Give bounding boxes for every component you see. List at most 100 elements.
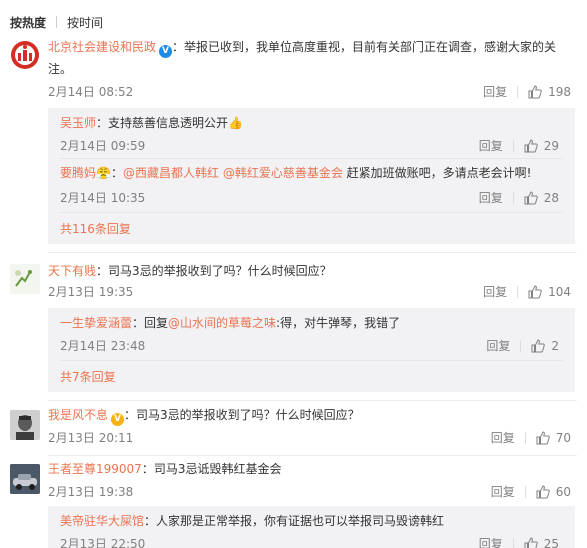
reply-button[interactable]: 回复	[479, 535, 503, 548]
mention-link[interactable]: @韩红爱心慈善基金会	[223, 166, 343, 180]
comment-meta: 2月13日 20:11 回复 70	[48, 429, 571, 447]
like-button[interactable]: 25	[524, 537, 559, 548]
like-button[interactable]: 198	[528, 85, 571, 99]
reply-divider	[60, 212, 563, 213]
thumbs-up-icon	[528, 284, 542, 298]
reply-body: ：人家那是正常举报，你有证据也可以举报司马毁谤韩红	[144, 514, 445, 528]
reply-prefix: ：回复	[132, 316, 169, 330]
like-count: 29	[543, 138, 559, 153]
divider	[512, 191, 514, 204]
comment-text: 我是风不息 V ：司马3忌的举报收到了吗？什么时候回应？	[48, 404, 577, 426]
thumbs-up-icon	[524, 536, 538, 548]
verified-v-icon: V	[159, 45, 173, 58]
reply-divider	[60, 360, 563, 361]
reply-text: 吴玉师：支持慈善信息透明公开👍	[60, 114, 563, 132]
like-button[interactable]: 70	[536, 431, 571, 445]
mention-link[interactable]: @西藏昌都人韩红	[123, 166, 219, 180]
reply-text: 一生挚爱涵蕾：回复@山水间的草莓之味:得，对牛弹琴，我错了	[60, 314, 563, 332]
reply-meta: 2月13日 22:50 回复 25	[60, 535, 559, 548]
reply-list: 美帝驻华大屎馆：人家那是正常举报，你有证据也可以举报司马毁谤韩红 2月13日 2…	[48, 506, 575, 548]
divider	[517, 85, 519, 98]
emoji: 😤	[96, 166, 111, 180]
comment-item: 王者至尊199007：司马3忌诋毁韩红基金会 2月13日 19:38 回复 60…	[0, 458, 587, 548]
comment-meta: 2月14日 08:52 回复 198	[48, 83, 571, 101]
comment-body: ：司马3忌诋毁韩红基金会	[141, 462, 282, 476]
reply-username[interactable]: 吴玉师	[60, 116, 96, 130]
reply-username[interactable]: 要腾妈	[60, 166, 96, 180]
divider	[517, 285, 519, 298]
like-count: 2	[551, 338, 559, 353]
view-more-replies-link[interactable]: 共7条回复	[60, 368, 116, 385]
comment-item: 我是风不息 V ：司马3忌的举报收到了吗？什么时候回应？ 2月13日 20:11 回…	[0, 404, 587, 454]
comment-body: ：司马3忌的举报收到了吗？什么时候回应？	[124, 408, 360, 422]
reply-item: 吴玉师：支持慈善信息透明公开👍 2月14日 09:59 回复 29	[60, 108, 575, 156]
tab-by-time[interactable]: 按时间	[67, 14, 103, 31]
reply-divider	[60, 158, 563, 159]
reply-item: 要腾妈😤：@西藏昌都人韩红 @韩红爱心慈善基金会 赶紧加班做账吧，多请点老会计啊…	[60, 160, 575, 210]
thumbs-up-icon	[536, 484, 550, 498]
avatar[interactable]	[10, 40, 40, 70]
view-more-replies-link[interactable]: 共116条回复	[60, 220, 131, 237]
comment-meta: 2月13日 19:38 回复 60	[48, 483, 571, 501]
avatar[interactable]	[10, 464, 40, 494]
comment-divider	[48, 252, 577, 253]
reply-item: 美帝驻华大屎馆：人家那是正常举报，你有证据也可以举报司马毁谤韩红 2月13日 2…	[60, 506, 575, 548]
divider	[512, 139, 514, 152]
reply-button[interactable]: 回复	[491, 429, 515, 446]
sort-tabs: 按热度 按时间	[10, 12, 103, 32]
like-button[interactable]: 2	[531, 339, 559, 353]
reply-button[interactable]: 回复	[486, 337, 510, 354]
reply-button[interactable]: 回复	[483, 283, 507, 300]
timestamp: 2月13日 19:35	[48, 285, 134, 299]
reply-timestamp: 2月13日 22:50	[60, 537, 146, 548]
comment-item: 北京社会建设和民政 V ：举报已收到，我单位高度重视，目前有关部门正在调查，感谢大家…	[0, 36, 587, 248]
reply-meta: 2月14日 09:59 回复 29	[60, 137, 559, 155]
comment-text: 天下有贱：司马3忌的举报收到了吗？什么时候回应？	[48, 260, 577, 282]
reply-button[interactable]: 回复	[479, 137, 503, 154]
like-button[interactable]: 29	[524, 139, 559, 153]
like-count: 70	[555, 430, 571, 445]
mention-link[interactable]: @山水间的草莓之味	[168, 316, 276, 330]
divider	[524, 431, 526, 444]
like-button[interactable]: 60	[536, 485, 571, 499]
username[interactable]: 北京社会建设和民政	[48, 40, 156, 54]
like-button[interactable]: 104	[528, 285, 571, 299]
tab-by-popularity[interactable]: 按热度	[10, 14, 46, 31]
timestamp: 2月13日 20:11	[48, 431, 134, 445]
reply-timestamp: 2月14日 09:59	[60, 139, 146, 153]
comment-item: 天下有贱：司马3忌的举报收到了吗？什么时候回应？ 2月13日 19:35 回复 …	[0, 260, 587, 396]
username[interactable]: 王者至尊199007	[48, 462, 142, 476]
username[interactable]: 我是风不息	[48, 408, 108, 422]
like-button[interactable]: 28	[524, 191, 559, 205]
comment-divider	[48, 455, 577, 456]
reply-meta: 2月14日 23:48 回复 2	[60, 337, 559, 355]
reply-button[interactable]: 回复	[483, 83, 507, 100]
timestamp: 2月13日 19:38	[48, 485, 134, 499]
reply-list: 吴玉师：支持慈善信息透明公开👍 2月14日 09:59 回复 29 要腾妈😤：@…	[48, 108, 575, 244]
comment-divider	[48, 400, 577, 401]
like-count: 60	[555, 484, 571, 499]
reply-text: 美帝驻华大屎馆：人家那是正常举报，你有证据也可以举报司马毁谤韩红	[60, 512, 563, 530]
like-count: 28	[543, 190, 559, 205]
reply-button[interactable]: 回复	[491, 483, 515, 500]
avatar[interactable]	[10, 410, 40, 440]
reply-list: 一生挚爱涵蕾：回复@山水间的草莓之味:得，对牛弹琴，我错了 2月14日 23:4…	[48, 308, 575, 392]
reply-username[interactable]: 美帝驻华大屎馆	[60, 514, 144, 528]
thumbs-up-icon	[536, 430, 550, 444]
avatar[interactable]	[10, 264, 40, 294]
comment-text: 北京社会建设和民政 V ：举报已收到，我单位高度重视，目前有关部门正在调查，感谢大家…	[48, 36, 577, 80]
comment-body: ：司马3忌的举报收到了吗？什么时候回应？	[96, 264, 332, 278]
comment-text: 王者至尊199007：司马3忌诋毁韩红基金会	[48, 458, 577, 480]
reply-text: 要腾妈😤：@西藏昌都人韩红 @韩红爱心慈善基金会 赶紧加班做账吧，多请点老会计啊…	[60, 164, 563, 182]
like-count: 104	[548, 284, 571, 299]
thumbs-up-icon	[528, 84, 542, 98]
reply-body: ：支持慈善信息透明公开👍	[96, 116, 243, 130]
reply-button[interactable]: 回复	[479, 189, 503, 206]
reply-item: 一生挚爱涵蕾：回复@山水间的草莓之味:得，对牛弹琴，我错了 2月14日 23:4…	[60, 308, 575, 356]
reply-meta: 2月14日 10:35 回复 28	[60, 189, 559, 207]
divider	[524, 485, 526, 498]
reply-username[interactable]: 一生挚爱涵蕾	[60, 316, 132, 330]
like-count: 25	[543, 536, 559, 548]
username[interactable]: 天下有贱	[48, 264, 96, 278]
reply-body: 赶紧加班做账吧，多请点老会计啊!	[342, 166, 532, 180]
